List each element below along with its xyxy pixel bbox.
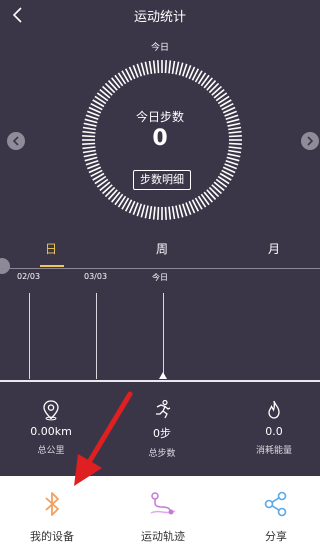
ring-tick <box>136 63 143 77</box>
ring-tick <box>181 203 188 217</box>
side-handle[interactable] <box>0 258 10 274</box>
ring-tick <box>164 60 167 74</box>
current-day-marker <box>159 372 167 379</box>
ring-tick <box>171 60 176 74</box>
ring-tick <box>178 62 184 76</box>
ring-tick <box>164 206 167 220</box>
ring-tick <box>148 206 153 220</box>
chevron-right-icon <box>307 136 314 146</box>
ring-tick <box>168 206 172 220</box>
ring-tick <box>152 206 156 220</box>
nav-share-label: 分享 <box>265 530 287 543</box>
nav-track-label: 运动轨迹 <box>141 530 185 543</box>
timeline-baseline <box>0 380 320 382</box>
ring-tick <box>140 62 146 76</box>
chevron-left-icon <box>12 136 19 146</box>
ring-tick <box>148 60 153 74</box>
energy-value: 0.0 <box>265 425 283 438</box>
ring-tick <box>171 206 176 220</box>
ring-tick <box>136 203 143 217</box>
ring-tick <box>181 63 188 77</box>
ring-tick <box>175 61 180 75</box>
top-bar: 运动统计 <box>0 0 320 30</box>
share-icon <box>264 491 287 517</box>
ring-tick <box>168 60 172 74</box>
tab-week[interactable]: 周 <box>142 240 182 257</box>
ring-tick <box>84 156 98 162</box>
ring-tick <box>225 159 239 166</box>
ring-tick <box>157 206 160 220</box>
page-title: 运动统计 <box>133 10 186 25</box>
ring-tick <box>144 205 149 219</box>
ring-tick <box>226 156 240 162</box>
ring-top-label: 今日 <box>150 43 169 53</box>
ring-tick <box>175 205 180 219</box>
nav-track[interactable]: 运动轨迹 <box>115 490 211 544</box>
timeline-date: 02/03 <box>17 272 41 281</box>
ring-tick <box>157 60 160 74</box>
timeline-bar[interactable] <box>29 293 30 379</box>
nav-my-device[interactable]: 我的设备 <box>4 490 100 544</box>
bluetooth-icon <box>45 492 59 516</box>
tab-day[interactable]: 日 <box>31 240 71 257</box>
nav-share[interactable]: 分享 <box>228 490 320 544</box>
stats-panel: 运动统计 今日 今日步数 0 步数明细 日 周 月 02/03 03/03 今日… <box>0 0 320 476</box>
timeline-date: 今日 <box>152 273 168 282</box>
today-steps-value: 0 <box>152 126 168 151</box>
annotation-arrow <box>74 391 133 486</box>
ring-tick <box>140 204 146 218</box>
ring-tick <box>85 159 99 166</box>
tab-month[interactable]: 月 <box>254 240 294 257</box>
timeline-bar[interactable] <box>96 293 97 379</box>
route-track-icon <box>150 492 176 515</box>
step-detail-button[interactable]: 步数明细 <box>133 170 191 190</box>
running-person-icon <box>156 399 171 419</box>
timeline-date: 03/03 <box>84 272 108 281</box>
stat-energy: 0.0 消耗能量 <box>234 399 314 456</box>
ring-tick <box>227 153 241 158</box>
prev-day-button[interactable] <box>7 132 25 150</box>
ring-tick <box>178 204 184 218</box>
ring-tick <box>152 60 156 74</box>
location-pin-icon <box>43 400 59 421</box>
today-steps-label: 今日步数 <box>135 110 184 124</box>
nav-my-device-label: 我的设备 <box>30 530 74 543</box>
ring-tick <box>144 61 149 75</box>
active-tab-indicator <box>40 265 64 267</box>
next-day-button[interactable] <box>301 132 319 150</box>
flame-icon <box>268 400 280 419</box>
timeline-top-divider <box>0 268 320 269</box>
ring-tick <box>83 153 97 158</box>
energy-label: 消耗能量 <box>255 446 292 456</box>
timeline-bar[interactable] <box>163 293 164 379</box>
